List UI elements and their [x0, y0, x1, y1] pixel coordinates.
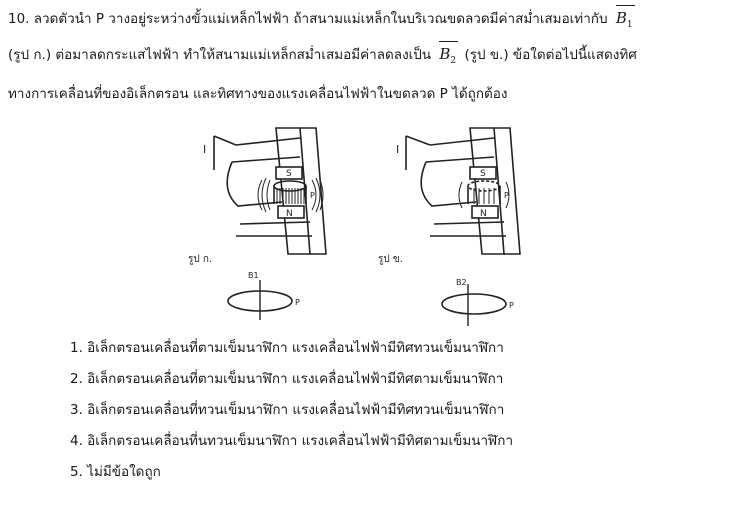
- loop-label-a: P: [295, 298, 300, 307]
- loop-label-b: P: [509, 301, 514, 310]
- choice-3[interactable]: 3. อิเล็กตรอนเคลื่อนที่ทวนเข็มนาฬิกา แรง…: [70, 400, 513, 431]
- loop-diagram-b: [441, 284, 507, 326]
- loop-b: [441, 293, 507, 315]
- wire-label-b: P: [504, 191, 509, 200]
- choice-1[interactable]: 1. อิเล็กตรอนเคลื่อนที่ตามเข็มนาฬิกา แรง…: [70, 338, 513, 369]
- choice-2[interactable]: 2. อิเล็กตรอนเคลื่อนที่ตามเข็มนาฬิกา แรง…: [70, 369, 513, 400]
- pole-s-label-a: S: [286, 169, 292, 179]
- wire-label-a: P: [310, 191, 315, 200]
- wire-a-top: [213, 135, 237, 170]
- loop-diagram-a: [227, 280, 293, 320]
- caption-a: รูป ก.: [188, 254, 212, 265]
- pole-s-label-b: S: [480, 169, 486, 179]
- pole-n-label-a: N: [286, 209, 293, 219]
- current-label-a: I: [203, 143, 206, 156]
- choice-5[interactable]: 5. ไม่มีข้อใดถูก: [70, 462, 513, 493]
- answer-choices: 1. อิเล็กตรอนเคลื่อนที่ตามเข็มนาฬิกา แรง…: [70, 338, 513, 493]
- wire-b-top: [405, 135, 431, 170]
- current-label-b: I: [396, 143, 399, 156]
- core-b-left: [469, 127, 505, 255]
- field-label-a: B1: [248, 271, 259, 280]
- caption-b: รูป ข.: [378, 254, 403, 265]
- pole-n-label-b: N: [480, 209, 487, 219]
- figure-b: [405, 127, 521, 255]
- field-label-b: B2: [456, 278, 467, 287]
- choice-4[interactable]: 4. อิเล็กตรอนเคลื่อนที่นทวนเข็มนาฬิกา แร…: [70, 431, 513, 462]
- figure-area: I S N P รูป ก. B1 P I S N P รูป ข. B2 P: [188, 127, 521, 326]
